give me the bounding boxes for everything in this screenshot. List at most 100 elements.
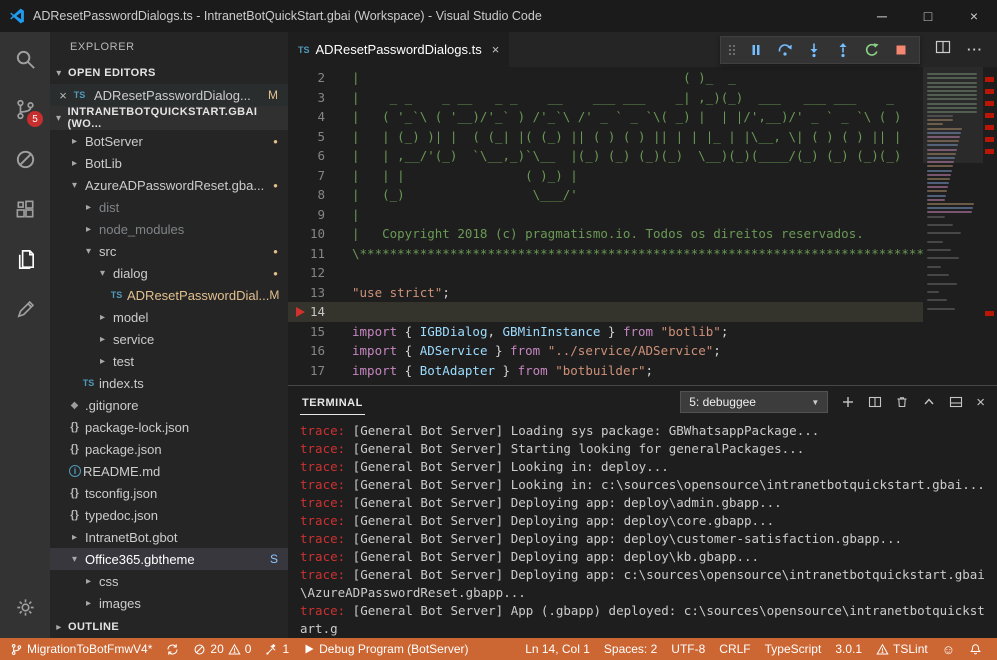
toggle-panel-icon[interactable]	[949, 395, 963, 409]
tree-item-adresetpassworddial[interactable]: TSADResetPasswordDial...M	[50, 284, 288, 306]
tree-item-office365-gbtheme[interactable]: ▾Office365.gbthemeS	[50, 548, 288, 570]
extensions-icon[interactable]	[0, 184, 50, 234]
tree-item-package-lock-json[interactable]: {}package-lock.json	[50, 416, 288, 438]
tasks-indicator[interactable]: 1	[258, 638, 296, 660]
open-editors-header[interactable]: ▾ OPEN EDITORS	[50, 62, 288, 84]
code-line-10[interactable]: 10| Copyright 2018 (c) pragmatismo.io. T…	[288, 224, 923, 244]
tree-item-node-modules[interactable]: ▸node_modules	[50, 218, 288, 240]
explorer-files-icon[interactable]	[0, 234, 50, 284]
indentation-indicator[interactable]: Spaces: 2	[597, 638, 664, 660]
tree-item-azureadpasswordreset-gba[interactable]: ▾AzureADPasswordReset.gba...●	[50, 174, 288, 196]
minimize-button[interactable]: ─	[859, 0, 905, 32]
code-line-18[interactable]: 18	[288, 380, 923, 385]
split-editor-icon[interactable]	[935, 39, 951, 60]
close-tab-icon[interactable]: ×	[492, 42, 500, 57]
language-indicator[interactable]: TypeScript	[758, 638, 829, 660]
code-lines[interactable]: 2| ( )_ _ |3| _ _ _ __ _ _ __ ___ ___ _|…	[288, 67, 923, 385]
new-terminal-icon[interactable]	[841, 395, 855, 409]
restart-button[interactable]	[858, 38, 885, 62]
title-bar: ADResetPasswordDialogs.ts - IntranetBotQ…	[0, 0, 997, 32]
code-line-8[interactable]: 8| (_) \___/' |	[288, 185, 923, 205]
tree-item-src[interactable]: ▾src●	[50, 240, 288, 262]
code-line-16[interactable]: 16import { ADService } from "../service/…	[288, 341, 923, 361]
tree-item-readme-md[interactable]: iREADME.md	[50, 460, 288, 482]
code-line-6[interactable]: 6| | ,__/'(_) `\__,_)`\__ |(_) (_) (_)(_…	[288, 146, 923, 166]
code-line-15[interactable]: 15import { IGBDialog, GBMinInstance } fr…	[288, 322, 923, 342]
terminal-selector[interactable]: 5: debuggee ▼	[680, 391, 828, 413]
git-branch-indicator[interactable]: MigrationToBotFmwV4*	[0, 638, 159, 660]
tree-item-dist[interactable]: ▸dist	[50, 196, 288, 218]
maximize-button[interactable]: □	[905, 0, 951, 32]
code-line-2[interactable]: 2| ( )_ _ |	[288, 68, 923, 88]
tree-item-label: dist	[99, 200, 119, 215]
editor-tab[interactable]: TS ADResetPasswordDialogs.ts ×	[288, 32, 509, 67]
code-line-11[interactable]: 11\*************************************…	[288, 244, 923, 264]
code-line-3[interactable]: 3| _ _ _ __ _ _ __ ___ ___ _| ,_)(_) ___…	[288, 88, 923, 108]
problems-indicator[interactable]: 20 0	[186, 638, 258, 660]
editor-zone: TS ADResetPasswordDialogs.ts × ···	[288, 32, 997, 638]
code-line-5[interactable]: 5| | (_) )| | ( (_| |( (_) || ( ) ( ) ||…	[288, 127, 923, 147]
tree-item-index-ts[interactable]: TSindex.ts	[50, 372, 288, 394]
feedback-smiley-icon[interactable]: ☺	[935, 638, 962, 660]
cursor-position[interactable]: Ln 14, Col 1	[515, 638, 597, 660]
pause-button[interactable]	[742, 38, 769, 62]
minimap-slider[interactable]	[923, 67, 983, 163]
tree-item-botlib[interactable]: ▸BotLib	[50, 152, 288, 174]
more-actions-icon[interactable]: ···	[967, 42, 983, 57]
step-out-button[interactable]	[829, 38, 856, 62]
close-editor-icon[interactable]: ×	[55, 88, 71, 103]
tree-item-service[interactable]: ▸service	[50, 328, 288, 350]
code-line-17[interactable]: 17import { BotAdapter } from "botbuilder…	[288, 361, 923, 381]
minimap[interactable]	[923, 67, 983, 385]
notifications-bell-icon[interactable]	[962, 638, 989, 660]
workspace-header[interactable]: ▾ INTRANETBOTQUICKSTART.GBAI (WO...	[50, 106, 288, 130]
encoding-indicator[interactable]: UTF-8	[664, 638, 712, 660]
code-editor[interactable]: 2| ( )_ _ |3| _ _ _ __ _ _ __ ___ ___ _|…	[288, 67, 997, 385]
tree-item-images[interactable]: ▸images	[50, 592, 288, 614]
warning-icon	[228, 643, 241, 656]
tslint-status[interactable]: TSLint	[869, 638, 935, 660]
code-line-14[interactable]: 14	[288, 302, 923, 322]
stop-button[interactable]	[887, 38, 914, 62]
split-terminal-icon[interactable]	[868, 395, 882, 409]
step-into-button[interactable]	[800, 38, 827, 62]
tree-item-test[interactable]: ▸test	[50, 350, 288, 372]
overview-ruler[interactable]	[983, 67, 997, 385]
maximize-panel-icon[interactable]	[922, 395, 936, 409]
step-over-button[interactable]	[771, 38, 798, 62]
edit-pencil-icon[interactable]	[0, 284, 50, 334]
code-line-13[interactable]: 13"use strict";	[288, 283, 923, 303]
tree-item-botserver[interactable]: ▸BotServer●	[50, 130, 288, 152]
code-line-12[interactable]: 12	[288, 263, 923, 283]
settings-gear-icon[interactable]	[0, 582, 50, 632]
tree-item-intranetbot-gbot[interactable]: ▸IntranetBot.gbot	[50, 526, 288, 548]
tree-item-dialog[interactable]: ▾dialog●	[50, 262, 288, 284]
terminal-output[interactable]: trace: [General Bot Server] Loading sys …	[288, 418, 997, 638]
kill-terminal-icon[interactable]	[895, 395, 909, 409]
code-line-9[interactable]: 9| |	[288, 205, 923, 225]
debug-icon[interactable]	[0, 134, 50, 184]
tree-item-gitignore[interactable]: ◆.gitignore	[50, 394, 288, 416]
eol-indicator[interactable]: CRLF	[712, 638, 757, 660]
search-icon[interactable]	[0, 34, 50, 84]
sync-button[interactable]	[159, 638, 186, 660]
tree-item-css[interactable]: ▸css	[50, 570, 288, 592]
typescript-version[interactable]: 3.0.1	[828, 638, 869, 660]
tree-item-model[interactable]: ▸model	[50, 306, 288, 328]
tree-item-package-json[interactable]: {}package.json	[50, 438, 288, 460]
debug-target[interactable]: Debug Program (BotServer)	[296, 638, 475, 660]
close-panel-icon[interactable]: ×	[976, 394, 985, 411]
close-window-button[interactable]: ×	[951, 0, 997, 32]
line-number: 5	[288, 127, 338, 147]
tree-item-typedoc-json[interactable]: {}typedoc.json	[50, 504, 288, 526]
drag-handle-icon[interactable]	[726, 42, 738, 58]
tree-item-tsconfig-json[interactable]: {}tsconfig.json	[50, 482, 288, 504]
chevron-down-icon: ▾	[94, 268, 111, 279]
code-line-4[interactable]: 4| ( '_`\ ( '__)/'_` ) /'_`\ /' _ ` _ `\…	[288, 107, 923, 127]
terminal-line: trace: [General Bot Server] Deploying ap…	[300, 566, 985, 602]
source-control-icon[interactable]: 5	[0, 84, 50, 134]
outline-header[interactable]: ▸ OUTLINE	[50, 616, 288, 638]
code-line-7[interactable]: 7| | | ( )_) | |	[288, 166, 923, 186]
terminal-tab[interactable]: TERMINAL	[300, 390, 365, 415]
open-editor-item[interactable]: × TS ADResetPasswordDialog... M	[50, 84, 288, 106]
